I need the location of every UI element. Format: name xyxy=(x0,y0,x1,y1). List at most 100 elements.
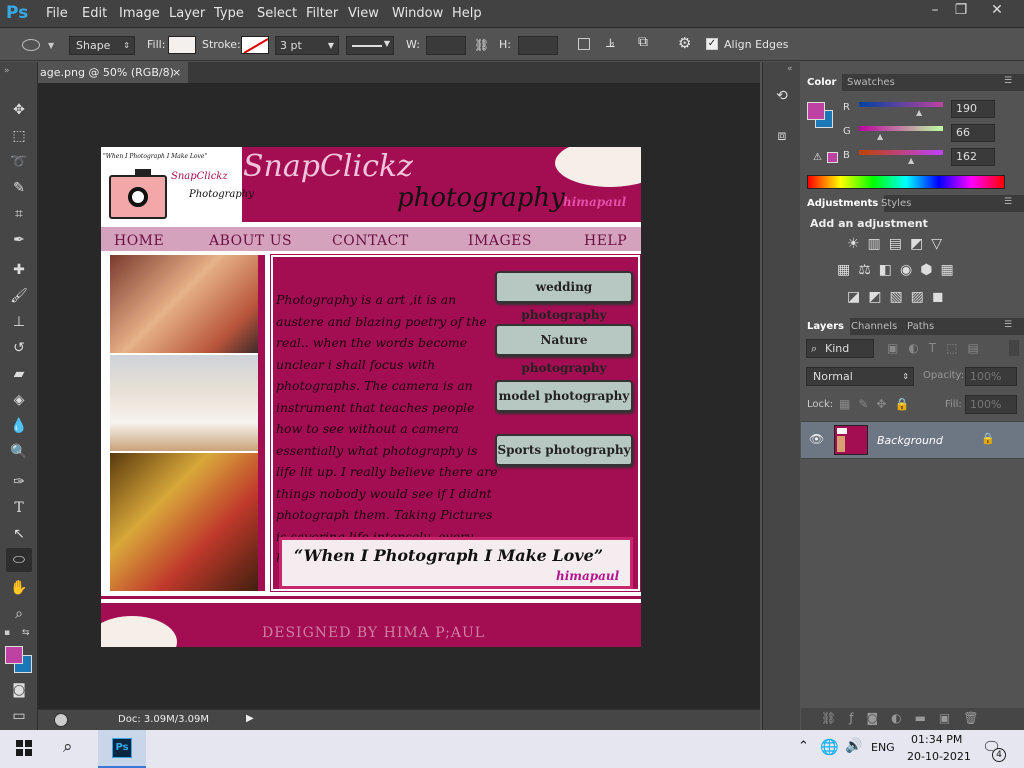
hand-tool-icon[interactable]: ✋ xyxy=(6,576,32,600)
gamut-color-chip[interactable] xyxy=(827,152,838,163)
stroke-width-field[interactable]: 3 pt ▼ xyxy=(275,36,339,55)
collapse-icon[interactable]: » xyxy=(4,66,10,76)
color-spectrum[interactable] xyxy=(807,175,1005,189)
gamut-warning-icon[interactable]: ⚠ xyxy=(813,152,822,163)
windows-start-icon[interactable] xyxy=(16,740,32,756)
clock-date[interactable]: 20-10-2021 xyxy=(907,750,971,763)
menu-window[interactable]: Window xyxy=(392,6,443,21)
menu-filter[interactable]: Filter xyxy=(306,6,338,21)
crop-tool-icon[interactable]: ⌗ xyxy=(6,202,32,226)
tab-channels[interactable]: Channels xyxy=(845,318,903,335)
tab-layers[interactable]: Layers xyxy=(801,318,850,335)
adjustment-icons-row-2[interactable]: ▦⚖◧◉⬢▦ xyxy=(837,262,962,278)
history-brush-tool-icon[interactable]: ↺ xyxy=(6,336,32,360)
r-slider[interactable] xyxy=(859,102,943,107)
healing-brush-tool-icon[interactable]: ✚ xyxy=(6,258,32,282)
properties-panel-icon[interactable]: ⧈ xyxy=(769,124,795,148)
sports-photography-button[interactable]: Sports photography xyxy=(495,434,633,466)
default-colors-icon[interactable]: ▪ xyxy=(4,628,10,638)
lasso-tool-icon[interactable]: ➰ xyxy=(6,150,32,174)
tab-swatches[interactable]: Swatches xyxy=(841,74,901,91)
eye-icon[interactable]: 👁 xyxy=(809,432,824,446)
tab-paths[interactable]: Paths xyxy=(901,318,940,335)
nav-home[interactable]: HOME xyxy=(114,233,164,249)
layer-name[interactable]: Background xyxy=(877,434,943,447)
menu-select[interactable]: Select xyxy=(257,6,297,21)
paint-bucket-tool-icon[interactable]: ◈ xyxy=(6,388,32,412)
foreground-color-swatch[interactable] xyxy=(5,646,23,664)
brush-tool-icon[interactable]: 🖌 xyxy=(6,284,32,308)
g-slider[interactable] xyxy=(859,126,943,131)
pen-tool-icon[interactable]: ✑ xyxy=(6,470,32,494)
blur-tool-icon[interactable]: 💧 xyxy=(6,414,32,438)
path-operations-icon[interactable] xyxy=(578,38,590,50)
tab-close-icon[interactable]: × xyxy=(172,62,181,83)
r-slider-thumb[interactable]: ▲ xyxy=(916,108,922,117)
tab-styles[interactable]: Styles xyxy=(875,195,917,212)
restore-icon[interactable]: ❐ xyxy=(944,0,978,22)
move-tool-icon[interactable]: ✥ xyxy=(6,98,32,122)
stroke-swatch[interactable] xyxy=(241,36,269,54)
ellipse-tool-preset-icon[interactable] xyxy=(22,39,40,51)
filter-toggle[interactable] xyxy=(1009,340,1019,356)
menu-edit[interactable]: Edit xyxy=(82,6,107,21)
mode-select[interactable]: Shape ⇕ xyxy=(69,36,135,55)
taskbar-photoshop[interactable]: Ps xyxy=(98,730,146,768)
height-input[interactable] xyxy=(518,36,558,55)
gear-icon[interactable]: ⚙ xyxy=(678,34,691,52)
eraser-tool-icon[interactable]: ▰ xyxy=(6,362,32,386)
network-icon[interactable]: 🌐 xyxy=(820,738,839,756)
stroke-type-select[interactable]: ▼ xyxy=(346,36,394,55)
path-alignment-icon[interactable]: ⫡ xyxy=(606,36,615,51)
align-edges-checkbox[interactable]: ✓ xyxy=(706,38,718,50)
panel-menu-icon[interactable]: ☰ xyxy=(1004,320,1012,330)
link-icon[interactable]: ⛓ xyxy=(474,38,489,52)
zoom-tool-icon[interactable]: ⌕ xyxy=(6,602,32,626)
document-canvas[interactable]: "When I Photograph I Make Love" SnapClic… xyxy=(101,147,641,647)
menu-file[interactable]: File xyxy=(46,6,68,21)
screen-mode-icon[interactable]: ▭ xyxy=(6,704,32,728)
blend-mode-select[interactable]: Normal ⇕ xyxy=(806,367,914,386)
close-icon[interactable]: ✕ xyxy=(980,0,1014,22)
chevron-down-icon[interactable]: ▼ xyxy=(48,41,54,50)
swap-colors-icon[interactable]: ⇆ xyxy=(22,628,30,638)
tab-color[interactable]: Color xyxy=(801,74,843,91)
adjustment-icons-row-1[interactable]: ☀▥▤◩▽ xyxy=(847,236,950,252)
ellipse-tool-icon[interactable]: ⬭ xyxy=(6,548,32,572)
clock-time[interactable]: 01:34 PM xyxy=(911,733,962,746)
search-icon[interactable]: ⌕ xyxy=(63,737,73,757)
menu-type[interactable]: Type xyxy=(214,6,244,21)
b-slider-thumb[interactable]: ▲ xyxy=(908,156,914,165)
clone-stamp-tool-icon[interactable]: ⊥ xyxy=(6,310,32,334)
g-slider-thumb[interactable]: ▲ xyxy=(877,132,883,141)
nav-contact[interactable]: CONTACT xyxy=(332,233,409,249)
nav-about-us[interactable]: ABOUT US xyxy=(209,233,292,249)
marquee-tool-icon[interactable]: ⬚ xyxy=(6,124,32,148)
adjustment-icons-row-3[interactable]: ◪◩▧▨◼ xyxy=(847,289,952,305)
b-slider[interactable] xyxy=(859,150,943,155)
document-tab[interactable]: age.png @ 50% (RGB/8) × xyxy=(38,62,188,83)
nature-photography-button[interactable]: Nature photography xyxy=(495,324,633,375)
language-indicator[interactable]: ENG xyxy=(871,741,895,754)
opacity-field[interactable]: 100% xyxy=(965,367,1017,386)
expand-panels-icon[interactable]: « xyxy=(787,64,793,74)
type-tool-icon[interactable]: T xyxy=(6,496,32,520)
panel-menu-icon[interactable]: ☰ xyxy=(1004,197,1012,207)
fill-field[interactable]: 100% xyxy=(965,395,1017,414)
play-icon[interactable]: ▶ xyxy=(246,713,254,724)
menu-image[interactable]: Image xyxy=(119,6,160,21)
path-arrangement-icon[interactable]: ⧉ xyxy=(638,34,648,50)
volume-icon[interactable]: 🔊 xyxy=(845,738,862,754)
history-panel-icon[interactable]: ⟲ xyxy=(769,84,795,108)
foreground-color-chip[interactable] xyxy=(807,102,825,120)
quick-mask-icon[interactable]: ◙ xyxy=(6,678,32,702)
tab-adjustments[interactable]: Adjustments xyxy=(801,195,885,212)
fill-swatch[interactable] xyxy=(168,36,196,54)
quick-select-tool-icon[interactable]: ✎ xyxy=(6,176,32,200)
b-value[interactable]: 162 xyxy=(951,148,995,166)
chevron-up-icon[interactable]: ⌃ xyxy=(798,739,809,754)
path-selection-tool-icon[interactable]: ↖ xyxy=(6,522,32,546)
model-photography-button[interactable]: model photography xyxy=(495,380,633,412)
layer-row-background[interactable]: 👁 Background 🔒 xyxy=(801,421,1024,459)
panel-menu-icon[interactable]: ☰ xyxy=(1004,76,1012,86)
